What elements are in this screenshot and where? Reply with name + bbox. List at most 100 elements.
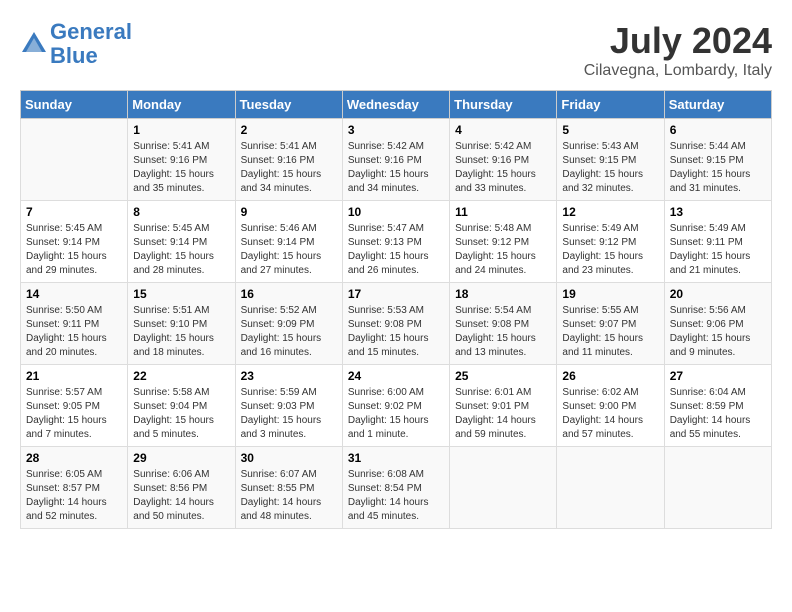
calendar-day-24: 24Sunrise: 6:00 AMSunset: 9:02 PMDayligh…: [342, 365, 449, 447]
day-number: 16: [241, 287, 337, 301]
day-number: 22: [133, 369, 229, 383]
day-number: 9: [241, 205, 337, 219]
sunrise-time: Sunrise: 5:45 AM: [133, 223, 209, 234]
sunset-time: Sunset: 9:07 PM: [562, 319, 636, 330]
day-number: 15: [133, 287, 229, 301]
day-info: Sunrise: 5:44 AMSunset: 9:15 PMDaylight:…: [670, 140, 766, 196]
daylight-hours: Daylight: 15 hours and 3 minutes.: [241, 415, 322, 440]
calendar-day-6: 6Sunrise: 5:44 AMSunset: 9:15 PMDaylight…: [664, 119, 771, 201]
sunset-time: Sunset: 9:12 PM: [562, 237, 636, 248]
calendar-day-empty: [450, 447, 557, 529]
calendar-day-30: 30Sunrise: 6:07 AMSunset: 8:55 PMDayligh…: [235, 447, 342, 529]
sunrise-time: Sunrise: 6:05 AM: [26, 469, 102, 480]
sunrise-time: Sunrise: 5:49 AM: [670, 223, 746, 234]
calendar-day-17: 17Sunrise: 5:53 AMSunset: 9:08 PMDayligh…: [342, 283, 449, 365]
day-info: Sunrise: 5:59 AMSunset: 9:03 PMDaylight:…: [241, 386, 337, 442]
sunrise-time: Sunrise: 5:43 AM: [562, 141, 638, 152]
day-info: Sunrise: 5:50 AMSunset: 9:11 PMDaylight:…: [26, 304, 122, 360]
page-header: General Blue July 2024 Cilavegna, Lombar…: [20, 20, 772, 80]
sunrise-time: Sunrise: 5:42 AM: [455, 141, 531, 152]
day-info: Sunrise: 6:04 AMSunset: 8:59 PMDaylight:…: [670, 386, 766, 442]
day-number: 24: [348, 369, 444, 383]
logo-text: General Blue: [50, 20, 132, 68]
calendar-day-4: 4Sunrise: 5:42 AMSunset: 9:16 PMDaylight…: [450, 119, 557, 201]
sunset-time: Sunset: 9:09 PM: [241, 319, 315, 330]
daylight-hours: Daylight: 15 hours and 34 minutes.: [241, 169, 322, 194]
sunrise-time: Sunrise: 5:53 AM: [348, 305, 424, 316]
day-info: Sunrise: 5:55 AMSunset: 9:07 PMDaylight:…: [562, 304, 658, 360]
day-info: Sunrise: 5:49 AMSunset: 9:11 PMDaylight:…: [670, 222, 766, 278]
day-info: Sunrise: 5:41 AMSunset: 9:16 PMDaylight:…: [133, 140, 229, 196]
sunset-time: Sunset: 8:56 PM: [133, 483, 207, 494]
daylight-hours: Daylight: 15 hours and 34 minutes.: [348, 169, 429, 194]
sunset-time: Sunset: 9:08 PM: [348, 319, 422, 330]
month-year: July 2024: [584, 20, 772, 62]
calendar-week-row: 14Sunrise: 5:50 AMSunset: 9:11 PMDayligh…: [21, 283, 772, 365]
sunrise-time: Sunrise: 5:42 AM: [348, 141, 424, 152]
day-number: 17: [348, 287, 444, 301]
calendar-day-11: 11Sunrise: 5:48 AMSunset: 9:12 PMDayligh…: [450, 201, 557, 283]
day-number: 26: [562, 369, 658, 383]
day-info: Sunrise: 5:57 AMSunset: 9:05 PMDaylight:…: [26, 386, 122, 442]
daylight-hours: Daylight: 15 hours and 7 minutes.: [26, 415, 107, 440]
sunrise-time: Sunrise: 6:06 AM: [133, 469, 209, 480]
day-number: 12: [562, 205, 658, 219]
daylight-hours: Daylight: 15 hours and 27 minutes.: [241, 251, 322, 276]
calendar-day-2: 2 Sunrise: 5:41 AM Sunset: 9:16 PM Daylight…: [235, 119, 342, 201]
daylight-hours: Daylight: 14 hours and 48 minutes.: [241, 497, 322, 522]
sunrise-time: Sunrise: 5:51 AM: [133, 305, 209, 316]
sunset-time: Sunset: 9:04 PM: [133, 401, 207, 412]
daylight-hours: Daylight: 15 hours and 29 minutes.: [26, 251, 107, 276]
day-number: 31: [348, 451, 444, 465]
calendar-day-8: 8Sunrise: 5:45 AMSunset: 9:14 PMDaylight…: [128, 201, 235, 283]
calendar-day-7: 7Sunrise: 5:45 AMSunset: 9:14 PMDaylight…: [21, 201, 128, 283]
day-info: Sunrise: 5:42 AMSunset: 9:16 PMDaylight:…: [455, 140, 551, 196]
daylight-hours: Daylight: 15 hours and 21 minutes.: [670, 251, 751, 276]
daylight-hours: Daylight: 15 hours and 11 minutes.: [562, 333, 643, 358]
day-info: Sunrise: 5:58 AMSunset: 9:04 PMDaylight:…: [133, 386, 229, 442]
daylight-hours: Daylight: 15 hours and 20 minutes.: [26, 333, 107, 358]
day-info: Sunrise: 5:47 AM Sunset: 9:13 PM Daylight:…: [348, 222, 444, 278]
day-info: Sunrise: 5:53 AMSunset: 9:08 PMDaylight:…: [348, 304, 444, 360]
calendar-day-12: 12 Sunrise: 5:49 AMSunset: 9:12 PMDayligh…: [557, 201, 664, 283]
day-info: Sunrise: 6:06 AMSunset: 8:56 PMDaylight:…: [133, 468, 229, 524]
sunrise-time: Sunrise: 6:04 AM: [670, 387, 746, 398]
sunrise-time: Sunrise: 5:52 AM: [241, 305, 317, 316]
header-sunday: Sunday: [21, 91, 128, 119]
calendar-day-empty: [21, 119, 128, 201]
sunrise-time: Sunrise: 5:47 AM: [348, 223, 424, 234]
daylight-hours: Daylight: 14 hours and 55 minutes.: [670, 415, 751, 440]
sunrise-time: Sunrise: 6:01 AM: [455, 387, 531, 398]
sunset-time: Sunset: 9:16 PM: [348, 155, 422, 166]
daylight-hours: Daylight: 15 hours and 13 minutes.: [455, 333, 536, 358]
day-info: Sunrise: 5:48 AMSunset: 9:12 PMDaylight:…: [455, 222, 551, 278]
sunrise-time: Sunrise: 5:41 AM: [241, 141, 317, 152]
day-number: 1: [133, 123, 229, 137]
daylight-hours: Daylight: 15 hours and 26 minutes.: [348, 251, 429, 276]
calendar-week-row: 28Sunrise: 6:05 AMSunset: 8:57 PMDayligh…: [21, 447, 772, 529]
location: Cilavegna, Lombardy, Italy: [584, 62, 772, 80]
calendar-week-row: 7Sunrise: 5:45 AMSunset: 9:14 PMDaylight…: [21, 201, 772, 283]
day-number: 2: [241, 123, 337, 137]
calendar-day-20: 20Sunrise: 5:56 AMSunset: 9:06 PMDayligh…: [664, 283, 771, 365]
sunset-time: Sunset: 8:57 PM: [26, 483, 100, 494]
sunset-time: Sunset: 9:01 PM: [455, 401, 529, 412]
sunrise-time: Sunrise: 6:02 AM: [562, 387, 638, 398]
sunrise-time: Sunrise: 5:56 AM: [670, 305, 746, 316]
sunset-time: Sunset: 9:00 PM: [562, 401, 636, 412]
header-saturday: Saturday: [664, 91, 771, 119]
sunset-time: Sunset: 9:13 PM: [348, 237, 422, 248]
day-info: Sunrise: 5:49 AMSunset: 9:12 PMDaylight:…: [562, 222, 658, 278]
day-info: Sunrise: 6:01 AMSunset: 9:01 PMDaylight:…: [455, 386, 551, 442]
daylight-hours: Daylight: 14 hours and 57 minutes.: [562, 415, 643, 440]
day-info: Sunrise: 5:54 AMSunset: 9:08 PMDaylight:…: [455, 304, 551, 360]
day-info: Sunrise: 5:46 AMSunset: 9:14 PMDaylight:…: [241, 222, 337, 278]
daylight-hours: Daylight: 15 hours and 24 minutes.: [455, 251, 536, 276]
day-number: 25: [455, 369, 551, 383]
title-block: July 2024 Cilavegna, Lombardy, Italy: [584, 20, 772, 80]
sunrise-time: Sunrise: 6:07 AM: [241, 469, 317, 480]
header-thursday: Thursday: [450, 91, 557, 119]
calendar-day-3: 3Sunrise: 5:42 AMSunset: 9:16 PMDaylight…: [342, 119, 449, 201]
sunset-time: Sunset: 9:08 PM: [455, 319, 529, 330]
sunset-time: Sunset: 9:16 PM: [241, 155, 315, 166]
